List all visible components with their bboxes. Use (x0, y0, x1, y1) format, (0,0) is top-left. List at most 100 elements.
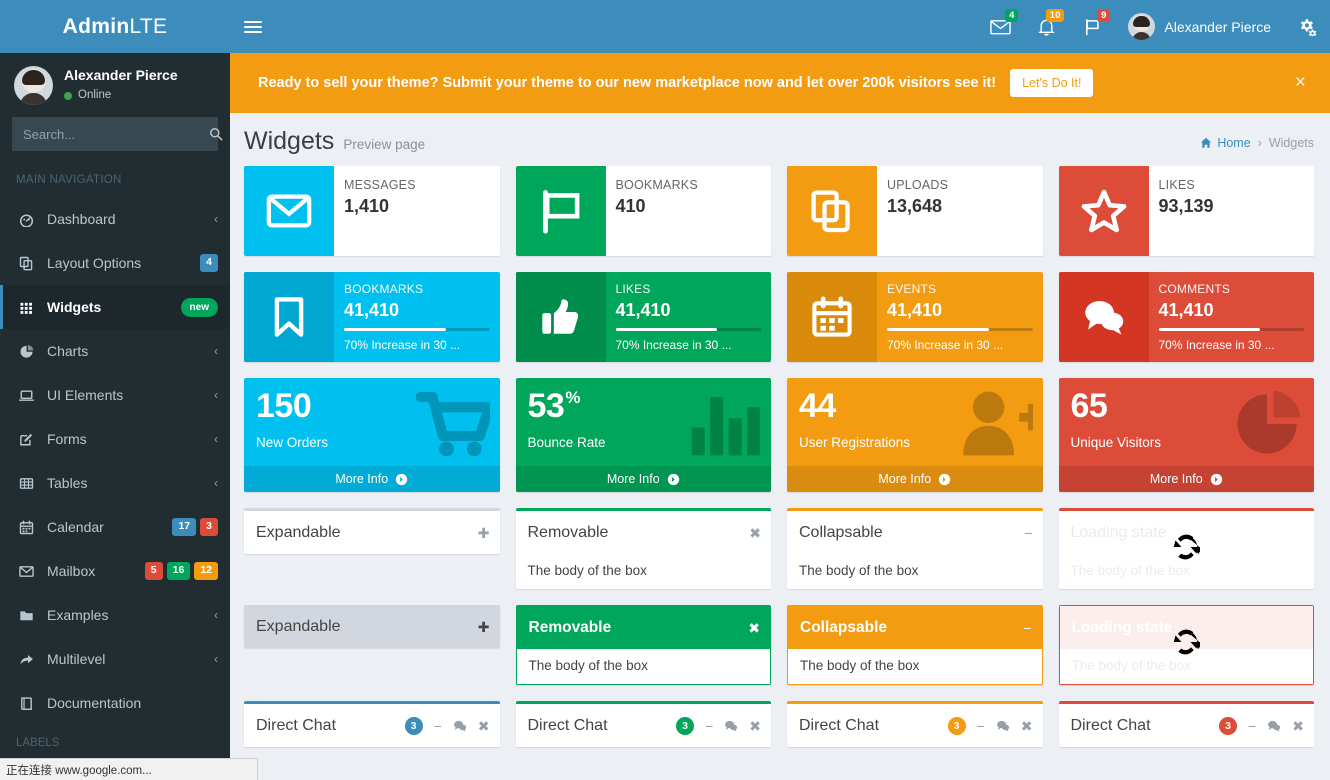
progress-bar (616, 328, 718, 331)
comments-icon[interactable] (996, 719, 1010, 733)
edit-icon (19, 432, 41, 447)
sidebar-item-label: Charts (47, 343, 214, 359)
small-box-footer-link[interactable]: More Info (787, 466, 1043, 492)
navbar-user-menu[interactable]: Alexander Pierce (1115, 0, 1284, 53)
small-box-footer-link[interactable]: More Info (244, 466, 500, 492)
chevron-left-icon: ‹ (214, 432, 218, 446)
minus-icon[interactable]: − (1023, 621, 1031, 635)
sidebar-item-dashboard[interactable]: Dashboard‹ (0, 197, 230, 241)
close-icon[interactable]: ✖ (478, 719, 490, 733)
search-button[interactable] (209, 118, 223, 150)
callout-cta-button[interactable]: Let's Do It! (1010, 69, 1093, 97)
box-title: Removable (528, 524, 750, 542)
comments-icon[interactable] (724, 719, 738, 733)
info-box-label: BOOKMARKS (616, 178, 762, 192)
gears-icon[interactable] (1284, 0, 1330, 53)
close-icon[interactable]: ✖ (749, 719, 761, 733)
user-panel-status-label: Online (78, 88, 111, 104)
bell-icon[interactable]: 10 (1023, 0, 1069, 53)
plus-icon[interactable]: ✚ (478, 526, 490, 540)
close-icon[interactable]: ✖ (1021, 719, 1033, 733)
circle-arrow-right-icon (1210, 473, 1223, 486)
copy-icon (19, 256, 41, 271)
close-icon[interactable]: ✖ (749, 526, 761, 540)
search-input[interactable] (13, 127, 209, 142)
box-body: The body of the box (788, 649, 1042, 684)
sidebar-item-label: Tables (47, 475, 214, 491)
direct-chat-row: Direct Chat 3 −✖ Direct Chat 3 −✖ Direct… (230, 701, 1330, 747)
minus-icon[interactable]: − (1248, 719, 1256, 733)
brand-logo[interactable]: AdminLTE (0, 0, 230, 53)
info-box-colored[interactable]: LIKES 41,410 70% Increase in 30 ... (516, 272, 772, 362)
info-box[interactable]: MESSAGES 1,410 (244, 166, 500, 256)
sidebar-item-layout-options[interactable]: Layout Options4 (0, 241, 230, 285)
user-panel-status: Online (64, 88, 178, 104)
small-box-footer-link[interactable]: More Info (516, 466, 772, 492)
info-box-label: BOOKMARKS (344, 282, 490, 296)
minus-icon[interactable]: − (977, 719, 985, 733)
page-title: Widgets (244, 127, 334, 156)
sidebar-item-widgets[interactable]: Widgetsnew (0, 285, 230, 329)
direct-chat-box: Direct Chat 3 −✖ (787, 701, 1043, 747)
close-icon[interactable]: × (1295, 72, 1306, 94)
folder-icon (19, 608, 41, 623)
info-box[interactable]: BOOKMARKS 410 (516, 166, 772, 256)
box-body: The body of the box (517, 649, 771, 684)
breadcrumb-item-home[interactable]: Home (1200, 136, 1250, 150)
hamburger-icon[interactable] (230, 0, 275, 53)
sidebar-item-examples[interactable]: Examples‹ (0, 593, 230, 637)
info-box-colored[interactable]: COMMENTS 41,410 70% Increase in 30 ... (1059, 272, 1315, 362)
box-header: Direct Chat 3 −✖ (516, 704, 772, 747)
box-tools: − (1023, 621, 1031, 635)
comments-icon[interactable] (453, 719, 467, 733)
sidebar-item-label: Dashboard (47, 211, 214, 227)
envelope-icon[interactable]: 4 (977, 0, 1023, 53)
breadcrumb-item-widgets: Widgets (1269, 136, 1314, 150)
plus-icon[interactable]: ✚ (478, 620, 490, 634)
sidebar-item-forms[interactable]: Forms‹ (0, 417, 230, 461)
small-box[interactable]: 53% Bounce Rate More Info (516, 378, 772, 492)
flag-icon[interactable]: 9 (1069, 0, 1115, 53)
minus-icon[interactable]: − (1024, 526, 1032, 540)
info-box[interactable]: LIKES 93,139 (1059, 166, 1315, 256)
box-title: Expandable (256, 524, 478, 542)
progress-track (616, 328, 762, 331)
info-box[interactable]: UPLOADS 13,648 (787, 166, 1043, 256)
minus-icon[interactable]: − (434, 719, 442, 733)
info-box-label: EVENTS (887, 282, 1033, 296)
user-panel[interactable]: Alexander Pierce Online (0, 53, 230, 117)
sidebar-item-ui-elements[interactable]: UI Elements‹ (0, 373, 230, 417)
comments-icon[interactable] (1267, 719, 1281, 733)
sidebar-badge: 17 (172, 518, 196, 536)
sidebar-item-documentation[interactable]: Documentation (0, 681, 230, 725)
box-header: Expandable ✚ (244, 605, 500, 648)
small-box[interactable]: 44 User Registrations More Info (787, 378, 1043, 492)
direct-chat-box: Direct Chat 3 −✖ (1059, 701, 1315, 747)
sidebar-item-tables[interactable]: Tables‹ (0, 461, 230, 505)
box-title: Collapsable (800, 619, 1023, 637)
close-icon[interactable]: ✖ (1292, 719, 1304, 733)
small-box[interactable]: 150 New Orders More Info (244, 378, 500, 492)
minus-icon[interactable]: − (705, 719, 713, 733)
book-icon (19, 696, 41, 711)
close-icon[interactable]: ✖ (748, 621, 760, 635)
info-box-number: 93,139 (1159, 196, 1305, 217)
share-icon (19, 652, 41, 667)
small-box[interactable]: 65 Unique Visitors More Info (1059, 378, 1315, 492)
sidebar-item-calendar[interactable]: Calendar173 (0, 505, 230, 549)
sidebar-item-label: Multilevel (47, 651, 214, 667)
info-box-colored[interactable]: EVENTS 41,410 70% Increase in 30 ... (787, 272, 1043, 362)
info-box-colored[interactable]: BOOKMARKS 41,410 70% Increase in 30 ... (244, 272, 500, 362)
breadcrumb-separator: › (1258, 136, 1262, 150)
info-box-label: UPLOADS (887, 178, 1033, 192)
copy-icon (787, 166, 877, 256)
sidebar-item-label: Mailbox (47, 563, 141, 579)
small-box-footer-link[interactable]: More Info (1059, 466, 1315, 492)
progress-bar (344, 328, 446, 331)
pie-chart-icon (19, 344, 41, 359)
sidebar-item-charts[interactable]: Charts‹ (0, 329, 230, 373)
flag-badge: 9 (1097, 9, 1110, 22)
sidebar-item-mailbox[interactable]: Mailbox51612 (0, 549, 230, 593)
progress-track (344, 328, 490, 331)
sidebar-item-multilevel[interactable]: Multilevel‹ (0, 637, 230, 681)
